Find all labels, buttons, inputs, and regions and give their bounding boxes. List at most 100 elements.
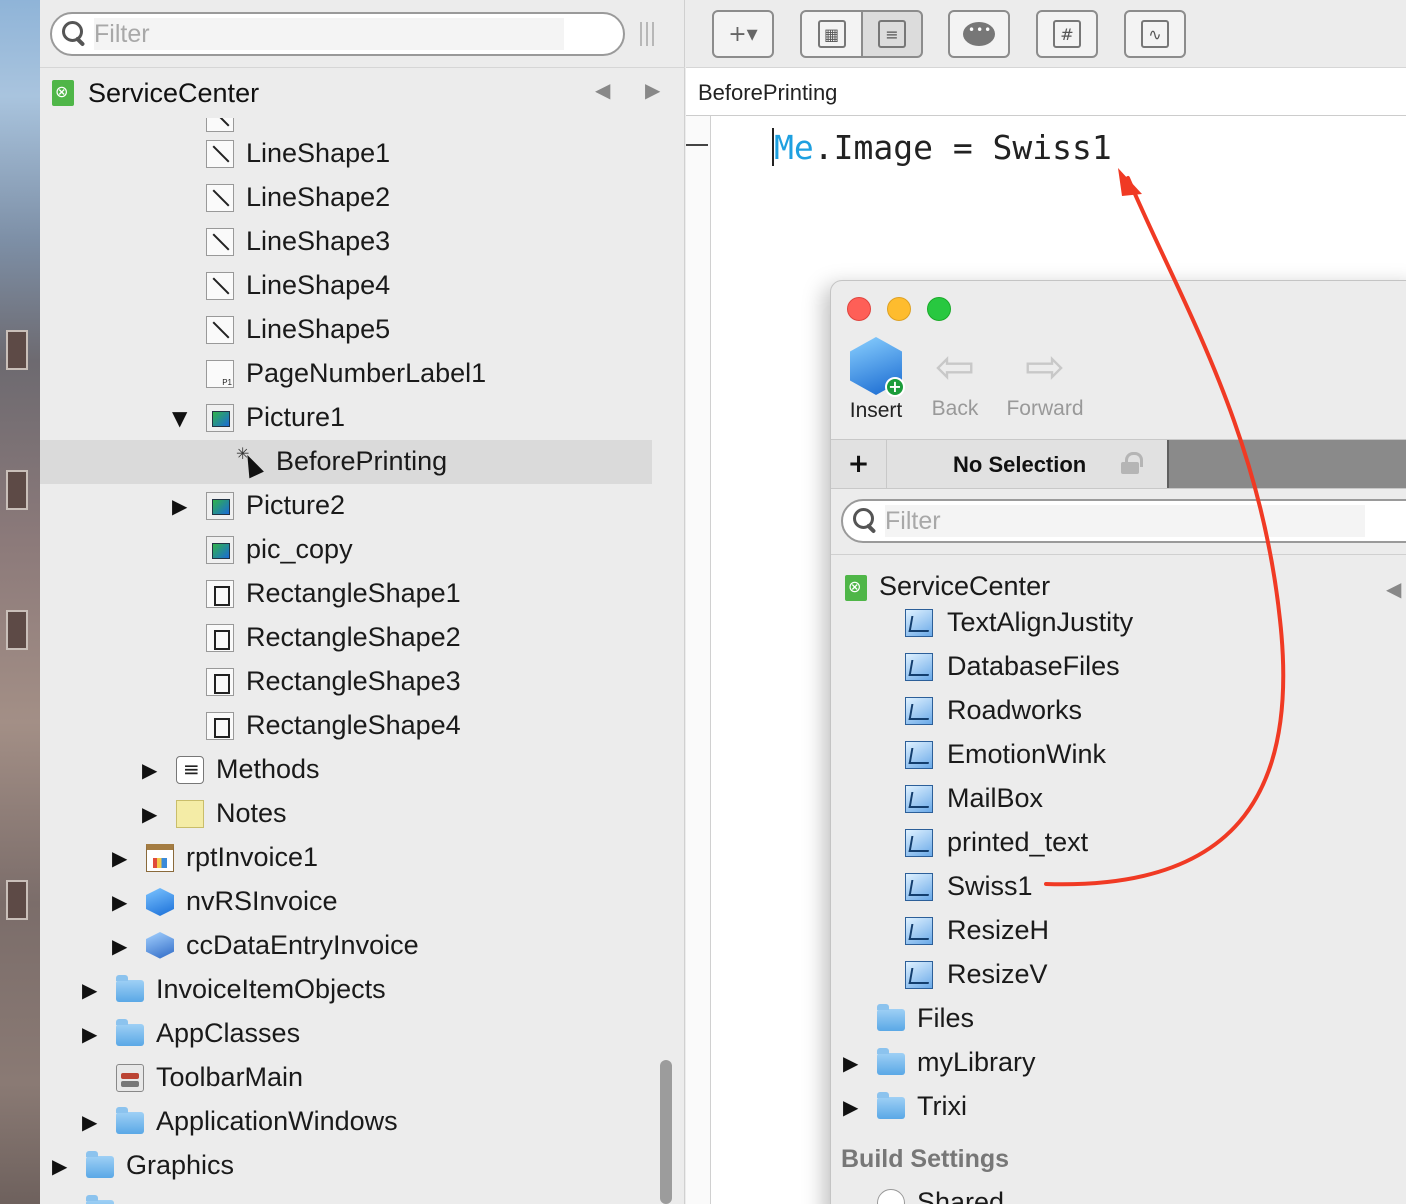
tree-row[interactable]: LineShape2 — [40, 176, 652, 220]
add-tab-button[interactable]: + — [831, 440, 887, 488]
library-row[interactable]: ResizeV — [831, 953, 1406, 997]
window-zoom-button[interactable] — [927, 297, 951, 321]
disclosure-collapsed-icon[interactable]: ▶ — [82, 1022, 97, 1046]
line-shape-icon — [206, 140, 234, 168]
tree-row[interactable]: ▶ ApplicationWindows — [40, 1100, 652, 1144]
tree-row[interactable]: LineShape4 — [40, 264, 652, 308]
library-window: + Insert ⇦ Back ⇨ Forward + No Selection… — [830, 280, 1406, 1204]
tree-row[interactable]: ▶ nvRSInvoice — [40, 880, 652, 924]
navigator-search-field[interactable] — [50, 12, 625, 56]
library-search-field[interactable] — [841, 499, 1406, 543]
add-menu-button[interactable]: +▾ — [712, 10, 774, 58]
library-row[interactable]: DatabaseFiles — [831, 645, 1406, 689]
insert-button[interactable]: + Insert — [841, 337, 911, 423]
library-row[interactable]: Shared — [831, 1181, 1406, 1204]
code-view-button[interactable]: ≡ — [861, 10, 923, 58]
layout-view-button[interactable]: ▦ — [800, 10, 862, 58]
code-line[interactable]: Me.Image = Swiss1 — [774, 128, 1112, 167]
lock-icon[interactable] — [1121, 452, 1143, 474]
window-minimize-button[interactable] — [887, 297, 911, 321]
disclosure-collapsed-icon[interactable]: ▶ — [82, 1110, 97, 1134]
line-shape-icon — [206, 316, 234, 344]
library-row[interactable]: printed_text — [831, 821, 1406, 865]
disclosure-expanded-icon[interactable]: ▼ — [172, 406, 187, 430]
tree-row[interactable]: LineShape5 — [40, 308, 652, 352]
toolbar-icon — [116, 1064, 144, 1092]
folder-icon — [86, 1195, 114, 1204]
search-icon — [853, 508, 879, 534]
profiler-button[interactable]: ∿ — [1124, 10, 1186, 58]
tree-row-label: rptInvoice1 — [186, 842, 319, 872]
tree-row-label: Methods — [216, 754, 320, 784]
tree-row[interactable]: RectangleShape1 — [40, 572, 652, 616]
library-row[interactable]: EmotionWink — [831, 733, 1406, 777]
navigate-back-arrow-icon[interactable]: ◀ — [595, 78, 610, 102]
disclosure-collapsed-icon[interactable]: ▶ — [52, 1154, 67, 1178]
disclosure-collapsed-icon[interactable]: ▶ — [843, 1051, 858, 1075]
library-row-label: myLibrary — [917, 1047, 1036, 1077]
window-close-button[interactable] — [847, 297, 871, 321]
tree-row-label: LineShape2 — [246, 182, 391, 212]
tree-row-label: Graphics — [126, 1150, 235, 1180]
navigate-forward-arrow-icon[interactable]: ▶ — [645, 78, 660, 102]
comment-button[interactable] — [948, 10, 1010, 58]
line-shape-icon — [206, 118, 234, 132]
tree-row[interactable]: ▶ Notes — [40, 792, 652, 836]
tree-row[interactable]: ▼ Picture1 — [40, 396, 652, 440]
library-row-label: TextAlignJustity — [947, 607, 1134, 637]
tree-row[interactable]: ▶ ccDataEntryInvoice — [40, 924, 652, 968]
navigator-tree: LineShape1 LineShape2 LineShape3 LineSha… — [40, 118, 685, 1204]
image-set-icon — [905, 917, 933, 945]
building-window-decoration — [6, 330, 28, 370]
disclosure-collapsed-icon[interactable]: ▶ — [112, 846, 127, 870]
tree-row[interactable]: RectangleShape4 — [40, 704, 652, 748]
disclosure-collapsed-icon[interactable]: ▶ — [82, 978, 97, 1002]
folder-icon — [877, 1004, 905, 1031]
tree-row[interactable]: ▶ Methods — [40, 748, 652, 792]
forward-button[interactable]: ⇨ Forward — [999, 337, 1091, 421]
tree-row-selected[interactable]: BeforePrinting — [40, 440, 652, 484]
library-row[interactable]: Swiss1 — [831, 865, 1406, 909]
back-button[interactable]: ⇦ Back — [925, 337, 985, 421]
tree-row[interactable]: LineShape1 — [40, 132, 652, 176]
tree-row[interactable]: RectangleShape2 — [40, 616, 652, 660]
library-row[interactable]: MailBox — [831, 777, 1406, 821]
library-row[interactable]: Roadworks — [831, 689, 1406, 733]
column-resize-handle[interactable] — [640, 22, 654, 46]
tree-row-label: LineShape3 — [246, 226, 391, 256]
tree-row[interactable]: RectangleShape3 — [40, 660, 652, 704]
editor-method-name: BeforePrinting — [698, 80, 838, 105]
library-row[interactable]: ▶ Trixi — [831, 1085, 1406, 1129]
library-row-label: Swiss1 — [947, 871, 1033, 901]
pragma-button[interactable]: # — [1036, 10, 1098, 58]
library-row[interactable]: ResizeH — [831, 909, 1406, 953]
tree-row[interactable]: ▶ Picture2 — [40, 484, 652, 528]
library-row[interactable]: ▶ myLibrary — [831, 1041, 1406, 1085]
tree-row[interactable]: ToolbarMain — [40, 1056, 652, 1100]
tree-row[interactable]: LineShape3 — [40, 220, 652, 264]
disclosure-collapsed-icon[interactable]: ▶ — [172, 494, 187, 518]
library-row[interactable]: TextAlignJustity — [831, 601, 1406, 645]
disclosure-collapsed-icon[interactable]: ▶ — [142, 802, 157, 826]
tree-row-label: ToolbarMain — [156, 1062, 304, 1092]
tree-row[interactable]: ▶ AppClasses — [40, 1012, 652, 1056]
tree-row[interactable]: pic_copy — [40, 528, 652, 572]
disclosure-collapsed-icon[interactable]: ▶ — [112, 890, 127, 914]
library-search-input[interactable] — [885, 505, 1365, 537]
disclosure-collapsed-icon[interactable]: ▶ — [843, 1095, 858, 1119]
library-row-label: Trixi — [917, 1091, 967, 1121]
navigator-search-input[interactable] — [94, 18, 564, 50]
tree-row[interactable]: ▶ InvoiceItemObjects — [40, 968, 652, 1012]
navigator-scrollbar[interactable] — [660, 1060, 672, 1204]
library-row[interactable]: Files — [831, 997, 1406, 1041]
tree-row[interactable]: ▶ rptInvoice1 — [40, 836, 652, 880]
disclosure-collapsed-icon[interactable]: ▶ — [112, 934, 127, 958]
disclosure-collapsed-icon[interactable]: ▶ — [142, 758, 157, 782]
tree-row[interactable]: PageNumberLabel1 — [40, 352, 652, 396]
navigate-back-arrow-icon[interactable]: ◀ — [1386, 577, 1401, 601]
picture-icon — [206, 492, 234, 520]
folder-icon — [877, 1048, 905, 1075]
library-row-label: MailBox — [947, 783, 1044, 813]
image-set-icon — [905, 829, 933, 857]
tree-row[interactable]: ▶ Graphics — [40, 1144, 652, 1188]
